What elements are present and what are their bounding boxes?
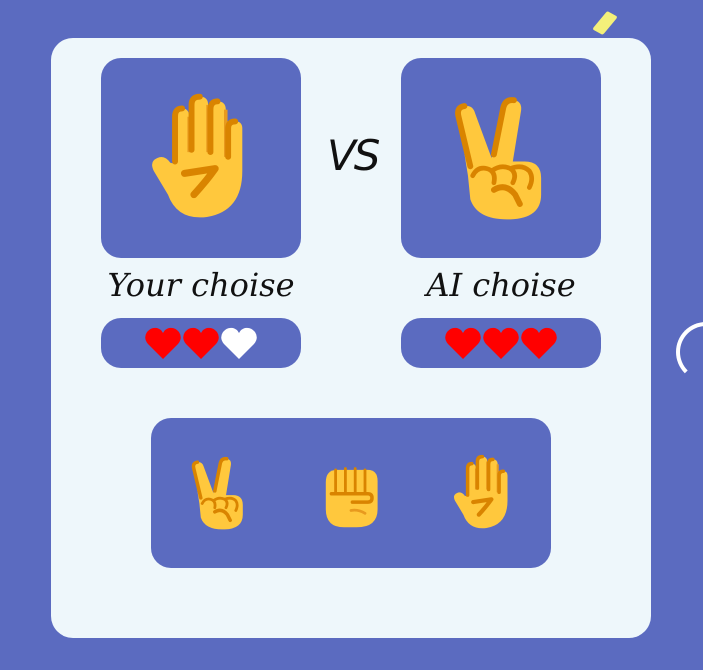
ai-choice-box: [401, 58, 601, 258]
edge-decoration: [676, 322, 703, 382]
heart-icon: [483, 327, 519, 360]
sparkle-decoration: [592, 10, 618, 36]
scissors-button[interactable]: [183, 450, 255, 536]
vs-label: VS: [327, 131, 380, 180]
heart-icon: [145, 327, 181, 360]
choice-picker: [151, 418, 551, 568]
player-choice-caption: Your choise: [107, 266, 295, 304]
player-choice-box: [101, 58, 301, 258]
heart-icon: [221, 327, 257, 360]
rock-button[interactable]: [315, 450, 387, 536]
game-board: VS Your choise AI choise: [51, 38, 651, 638]
heart-icon: [521, 327, 557, 360]
heart-icon: [445, 327, 481, 360]
paper-hand-icon: [448, 451, 518, 535]
rock-fist-icon: [316, 451, 386, 535]
scissors-hand-icon: [442, 93, 560, 223]
paper-hand-icon: [142, 93, 260, 223]
ai-choice-caption: AI choise: [426, 266, 576, 304]
paper-button[interactable]: [447, 450, 519, 536]
ai-lives: [401, 318, 601, 368]
heart-icon: [183, 327, 219, 360]
player-lives: [101, 318, 301, 368]
scissors-hand-icon: [184, 451, 254, 535]
